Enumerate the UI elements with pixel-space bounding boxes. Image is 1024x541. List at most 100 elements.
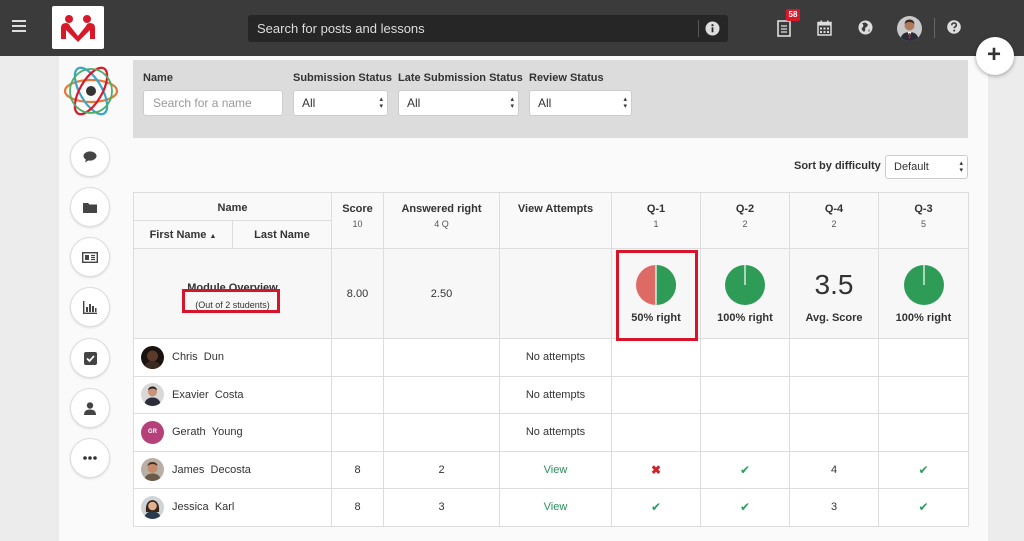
calendar-icon[interactable] [817, 20, 832, 36]
q1-incorrect-x-icon: ✖ [650, 462, 662, 477]
review-status-select[interactable]: All [529, 90, 632, 116]
grades-table: Name Score 10 Answered right 4 Q View At… [133, 192, 969, 527]
topbar-divider [934, 18, 935, 38]
q4-column-header[interactable]: Q-4 2 [789, 192, 879, 249]
name-search-input[interactable] [143, 90, 283, 116]
student-answered-right [383, 338, 500, 377]
student-view-attempts: No attempts [499, 375, 612, 414]
overview-answered-right: 2.50 [383, 248, 500, 339]
first-name-sort-header[interactable]: First Name ▲ [133, 220, 233, 249]
add-button[interactable]: + [976, 37, 1014, 75]
student-score [331, 413, 384, 452]
newspaper-icon [82, 251, 98, 263]
student-name-cell[interactable]: GR Gerath Young [133, 413, 332, 452]
last-name-sort-header[interactable]: Last Name [232, 220, 332, 249]
q2-column-header[interactable]: Q-2 2 [700, 192, 790, 249]
q1-overview-cell[interactable]: 50% right [611, 248, 701, 339]
sidebar-analytics-button[interactable] [70, 287, 110, 327]
sidebar-files-button[interactable] [70, 187, 110, 227]
q2-overview-cell[interactable]: 100% right [700, 248, 790, 339]
help-icon[interactable] [947, 20, 961, 34]
student-avatar [141, 495, 164, 519]
first-name-label: First Name [149, 228, 207, 241]
student-view-attempts[interactable]: View [499, 450, 612, 489]
late-submission-status-label: Late Submission Status [398, 72, 523, 84]
hamburger-menu-icon[interactable] [12, 20, 26, 32]
sidebar-assignments-button[interactable] [70, 338, 110, 378]
course-atom-icon[interactable] [63, 63, 119, 119]
global-search-input[interactable] [248, 15, 698, 42]
student-first-name: Jessica [172, 501, 209, 514]
student-first-name: Exavier [172, 388, 209, 401]
view-attempts-link[interactable]: View [544, 501, 568, 513]
overview-view-attempts [499, 248, 612, 339]
student-score [331, 375, 384, 414]
q3-correct-check-icon: ✔ [918, 500, 929, 515]
q2-weight: 2 [742, 219, 748, 229]
student-last-name: Decosta [210, 463, 251, 476]
sidebar-discussions-button[interactable] [70, 137, 110, 177]
student-name-cell[interactable]: Chris Dun [133, 338, 332, 377]
q1-label: Q-1 [646, 203, 666, 215]
q3-pie-chart [903, 264, 944, 305]
search-divider [698, 20, 699, 37]
module-overview-row: Module Overview (Out of 2 students) 8.00… [133, 248, 969, 339]
student-view-attempts: No attempts [499, 338, 612, 377]
submission-status-select[interactable]: All [293, 90, 388, 116]
student-name-cell[interactable]: Jessica Karl [133, 488, 332, 527]
bar-chart-icon [83, 300, 97, 314]
student-answered-right [383, 413, 500, 452]
view-attempts-link[interactable]: View [544, 464, 568, 476]
top-bar: 58 [0, 0, 1024, 56]
student-q4-result: 3 [789, 488, 879, 527]
sidebar-more-button[interactable] [70, 438, 110, 478]
student-name-cell[interactable]: Exavier Costa [133, 375, 332, 414]
score-max: 10 [352, 219, 363, 229]
q2-label: Q-2 [735, 203, 755, 215]
student-q4-result: 4 [789, 450, 879, 489]
q2-pie-chart [725, 264, 765, 305]
q3-column-header[interactable]: Q-3 5 [878, 192, 969, 249]
app-logo[interactable] [52, 6, 104, 49]
student-q3-result: ✔ [878, 488, 969, 527]
q4-weight: 2 [831, 219, 837, 229]
answered-right-sub: 4 Q [434, 219, 449, 229]
sidebar-news-button[interactable] [70, 237, 110, 277]
q4-average-caption: Avg. Score [805, 311, 863, 324]
q3-correct-check-icon: ✔ [918, 462, 929, 477]
student-view-attempts[interactable]: View [499, 488, 612, 527]
student-answered-right: 2 [383, 450, 500, 489]
student-q4-result [789, 413, 879, 452]
q3-label: Q-3 [914, 203, 933, 215]
answered-right-column-header[interactable]: Answered right 4 Q [383, 192, 500, 249]
q3-overview-cell[interactable]: 100% right [878, 248, 969, 339]
student-score [331, 338, 384, 377]
no-attempts-text: No attempts [525, 351, 586, 364]
sort-up-icon: ▲ [209, 232, 217, 240]
sort-by-difficulty-label: Sort by difficulty [794, 160, 881, 172]
student-q2-result [700, 375, 790, 414]
submission-status-label: Submission Status [293, 72, 393, 84]
late-submission-status-select[interactable]: All [398, 90, 519, 116]
q1-column-header[interactable]: Q-1 1 [611, 192, 701, 249]
student-q2-result: ✔ [700, 488, 790, 527]
sidebar-members-button[interactable] [70, 388, 110, 428]
sort-by-difficulty-select[interactable]: Default [885, 155, 968, 179]
user-avatar[interactable] [897, 16, 922, 41]
student-last-name: Karl [214, 501, 235, 514]
student-avatar: GR [141, 420, 164, 444]
student-q3-result [878, 375, 969, 414]
overview-score: 8.00 [331, 248, 384, 339]
score-column-header[interactable]: Score 10 [331, 192, 384, 249]
globe-icon[interactable] [858, 20, 873, 35]
student-answered-right: 3 [383, 488, 500, 527]
notifications-document-icon[interactable] [777, 20, 791, 37]
name-column-header: Name [133, 192, 332, 221]
q4-overview-cell[interactable]: 3.5 Avg. Score [789, 248, 879, 339]
info-icon[interactable] [705, 21, 720, 36]
student-name-cell[interactable]: James Decosta [133, 450, 332, 489]
student-first-name: James [172, 463, 205, 476]
student-view-attempts: No attempts [499, 413, 612, 452]
no-attempts-text: No attempts [525, 426, 586, 439]
student-row: Jessica Karl 8 3 View ✔ ✔ 3 ✔ [133, 488, 969, 527]
